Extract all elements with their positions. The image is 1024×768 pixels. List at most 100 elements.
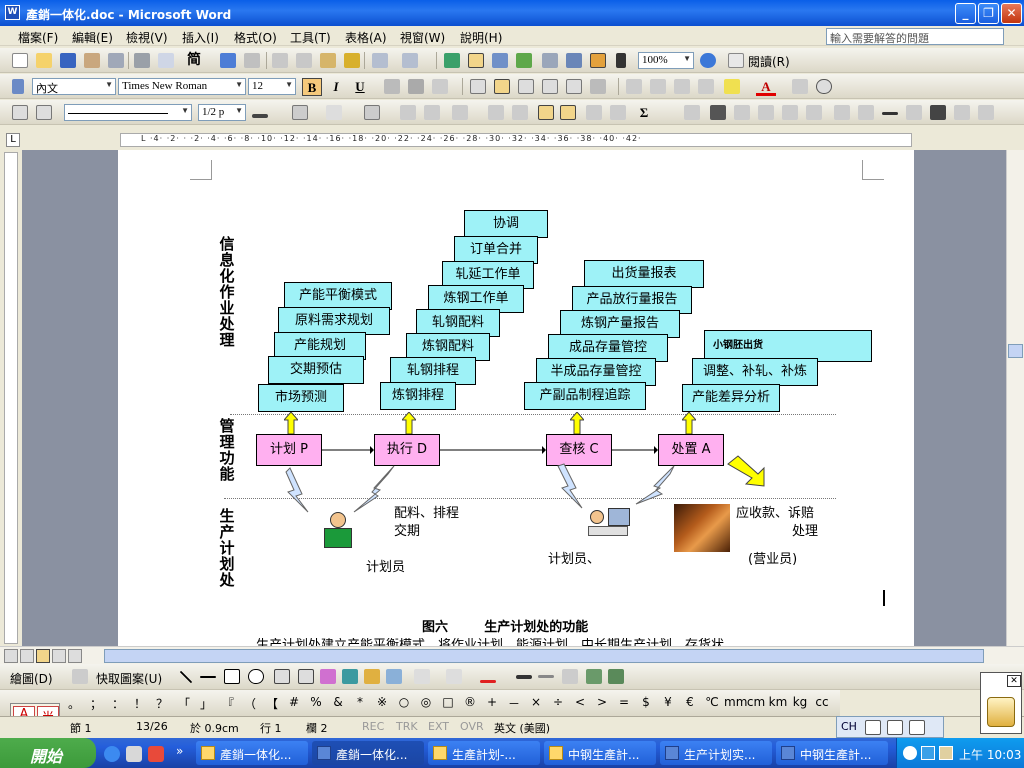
align-center-icon[interactable]	[494, 79, 510, 94]
less-brightness-icon[interactable]	[806, 105, 822, 120]
color-picture-icon[interactable]	[710, 105, 726, 120]
symbol-button[interactable]: ÷	[548, 695, 568, 709]
menu-insert[interactable]: 插入(I)	[182, 29, 219, 46]
read-icon[interactable]	[728, 53, 744, 68]
enclose-characters-icon[interactable]	[816, 79, 832, 94]
scroll-thumb[interactable]	[1008, 344, 1023, 358]
textbox-tool-icon[interactable]	[274, 669, 290, 684]
document-map-icon[interactable]	[590, 53, 606, 68]
distribute-rows-icon[interactable]	[488, 105, 504, 120]
styles-icon[interactable]	[12, 79, 24, 94]
columns-icon[interactable]	[542, 53, 558, 68]
symbol-button[interactable]: ：	[108, 695, 128, 712]
sort-ascending-icon[interactable]	[586, 105, 602, 120]
oval-tool-icon[interactable]	[248, 669, 264, 684]
3d-icon[interactable]	[608, 669, 624, 684]
line-spacing-icon[interactable]	[590, 79, 606, 94]
line-tool-icon[interactable]	[179, 670, 193, 684]
symbol-button[interactable]: $	[636, 695, 656, 709]
increase-indent-icon[interactable]	[698, 79, 714, 94]
line-style-icon[interactable]	[882, 112, 898, 115]
format-picture-icon[interactable]	[954, 105, 970, 120]
network-icon[interactable]	[921, 746, 935, 760]
symbol-button[interactable]: ？	[152, 695, 172, 712]
outline-view-icon[interactable]	[52, 649, 66, 663]
symbol-button[interactable]: %	[306, 695, 326, 709]
desktop-quicklaunch-icon[interactable]	[126, 746, 142, 762]
align-left-icon[interactable]	[470, 79, 486, 94]
symbol-button[interactable]: ！	[130, 695, 150, 712]
symbol-button[interactable]: ◎	[416, 695, 436, 709]
symbol-button[interactable]: （	[240, 695, 260, 712]
symbol-button[interactable]: =	[614, 695, 634, 709]
line-weight-select[interactable]: 1/2 p ▼	[198, 104, 246, 121]
numbering-icon[interactable]	[626, 79, 642, 94]
align-cells-icon[interactable]	[452, 105, 468, 120]
open-folder-icon[interactable]	[36, 53, 52, 68]
symbol-button[interactable]: mm	[724, 695, 747, 709]
taskbar-item[interactable]: 生產計划-...	[428, 741, 540, 765]
insert-table-icon[interactable]	[492, 53, 508, 68]
redo-icon[interactable]	[402, 53, 418, 68]
symbol-button[interactable]: +	[482, 695, 502, 709]
arrow-tool-icon[interactable]	[200, 676, 216, 678]
paste-icon[interactable]	[320, 53, 336, 68]
tab-selector[interactable]: L	[6, 133, 20, 147]
symbol-button[interactable]: ℃	[702, 695, 722, 709]
bold-button[interactable]: B	[302, 78, 322, 96]
drawing-icon[interactable]	[566, 53, 582, 68]
line-weight-icon[interactable]	[516, 675, 532, 679]
hscroll-thumb[interactable]	[104, 649, 984, 663]
vertical-scrollbar[interactable]	[1006, 150, 1024, 646]
symbol-button[interactable]: *	[350, 695, 370, 709]
font-color-button[interactable]: A	[756, 78, 776, 96]
symbol-button[interactable]: ○	[394, 695, 414, 709]
highlight-icon[interactable]	[724, 79, 740, 94]
diagram-icon[interactable]	[342, 669, 358, 684]
symbol-button[interactable]: －	[504, 695, 524, 712]
distribute-columns-icon[interactable]	[512, 105, 528, 120]
autoshapes-menu[interactable]: 快取圖案(U)	[96, 670, 162, 687]
assistant-close-icon[interactable]: ✕	[1007, 675, 1021, 687]
symbol-button[interactable]: 」	[196, 695, 216, 712]
decrease-indent-icon[interactable]	[674, 79, 690, 94]
quicklaunch-more-icon[interactable]: »	[176, 744, 183, 758]
font-size-select[interactable]: 12 ▼	[248, 78, 296, 95]
menu-view[interactable]: 檢視(V)	[126, 29, 168, 46]
more-brightness-icon[interactable]	[782, 105, 798, 120]
wordart-icon[interactable]	[320, 669, 336, 684]
reset-picture-icon[interactable]	[978, 105, 994, 120]
document-page[interactable]: 信息化作业处理 管理功能 生产计划处 产能平衡模式 原料需求规划 产能规划 交期…	[118, 150, 914, 646]
language-indicator[interactable]: CH	[841, 720, 857, 733]
picture-insert-icon[interactable]	[684, 105, 700, 120]
dash-style-icon[interactable]	[538, 675, 554, 678]
crop-icon[interactable]	[834, 105, 850, 120]
ie-quicklaunch-icon[interactable]	[104, 746, 120, 762]
ruler-scale[interactable]: L ·4· ·2· · ·2· ·4· ·6· ·8· ·10· ·12· ·1…	[120, 133, 912, 147]
character-shading-icon[interactable]	[408, 79, 424, 94]
web-view-icon[interactable]	[20, 649, 34, 663]
tray-arrow-icon[interactable]	[903, 746, 917, 760]
status-ext[interactable]: EXT	[428, 720, 449, 733]
style-select[interactable]: 內文 ▼	[32, 78, 116, 95]
assistant-character-icon[interactable]	[987, 697, 1015, 727]
border-color-icon[interactable]	[252, 114, 268, 118]
insert-excel-icon[interactable]	[516, 53, 532, 68]
compress-icon[interactable]	[906, 105, 922, 120]
read-button[interactable]: 閱讀(R)	[748, 53, 790, 70]
menu-help[interactable]: 說明(H)	[460, 29, 502, 46]
symbol-button[interactable]: ®	[460, 695, 480, 709]
symbol-button[interactable]: <	[570, 695, 590, 709]
volume-icon[interactable]	[939, 746, 953, 760]
symbol-button[interactable]: ；	[86, 695, 106, 712]
drawing-font-color-icon[interactable]	[480, 680, 496, 683]
character-scale-icon[interactable]	[432, 79, 448, 94]
cut-icon[interactable]	[272, 53, 288, 68]
symbol-button[interactable]: >	[592, 695, 612, 709]
symbol-button[interactable]: &	[328, 695, 348, 709]
undo-icon[interactable]	[372, 53, 388, 68]
research-icon[interactable]	[244, 53, 260, 68]
copy-icon[interactable]	[296, 53, 312, 68]
menu-window[interactable]: 視窗(W)	[400, 29, 445, 46]
maximize-button[interactable]: ❐	[978, 3, 999, 24]
